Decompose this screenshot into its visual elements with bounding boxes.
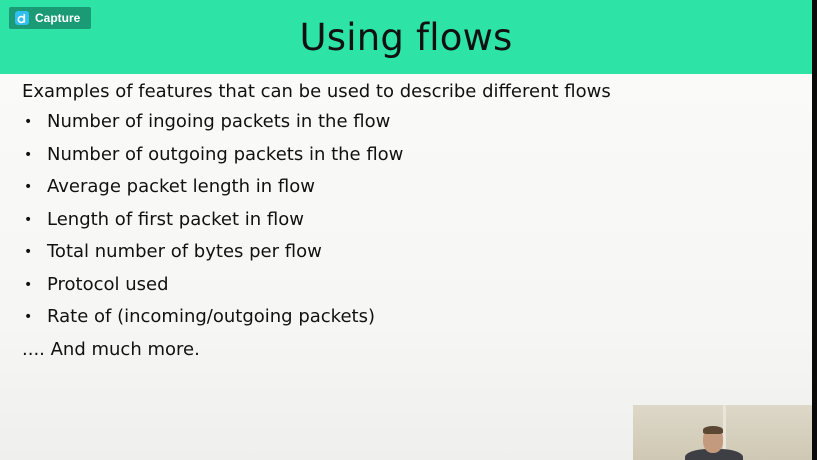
- intro-text: Examples of features that can be used to…: [22, 81, 611, 102]
- presenter-hair: [703, 426, 723, 434]
- bullet-text: Average packet length in flow: [47, 176, 315, 197]
- slide-content: Examples of features that can be used to…: [22, 80, 782, 368]
- list-item: • Average packet length in flow: [22, 175, 782, 208]
- bullet-text: Protocol used: [47, 273, 169, 295]
- capture-label: Capture: [35, 11, 81, 25]
- slide-title: Using flows: [299, 16, 513, 59]
- bullet-icon: •: [24, 276, 33, 293]
- bullet-text: Length of first packet in flow: [47, 208, 304, 230]
- list-item: • Total number of bytes per flow: [22, 240, 782, 273]
- webcam-thumbnail[interactable]: [633, 405, 812, 460]
- bullet-text: Total number of bytes per flow: [47, 241, 322, 262]
- title-bar: Using flows: [0, 0, 812, 74]
- list-item: • Number of ingoing packets in the flow: [22, 110, 782, 143]
- bullet-icon: •: [24, 309, 33, 325]
- window-edge: [812, 0, 817, 460]
- bullet-icon: •: [24, 146, 33, 163]
- d-logo-icon: [15, 11, 29, 25]
- bullet-text: Number of ingoing packets in the flow: [47, 111, 391, 132]
- slide: Using flows Examples of features that ca…: [0, 0, 812, 460]
- list-item: • Rate of (incoming/outgoing packets): [22, 305, 782, 338]
- bullet-icon: •: [24, 179, 33, 195]
- bullet-text: Rate of (incoming/outgoing packets): [47, 306, 375, 327]
- capture-button[interactable]: Capture: [9, 7, 91, 29]
- list-item: • Length of first packet in flow: [22, 208, 782, 241]
- bullet-icon: •: [24, 114, 33, 130]
- bullet-icon: •: [24, 244, 33, 260]
- list-item: • Protocol used: [22, 273, 782, 306]
- bullet-list: • Number of ingoing packets in the flow •…: [22, 110, 782, 338]
- bullet-icon: •: [24, 211, 33, 228]
- outro-text: .... And much more.: [22, 338, 200, 360]
- bullet-text: Number of outgoing packets in the flow: [47, 143, 404, 165]
- list-item: • Number of outgoing packets in the flow: [22, 143, 782, 176]
